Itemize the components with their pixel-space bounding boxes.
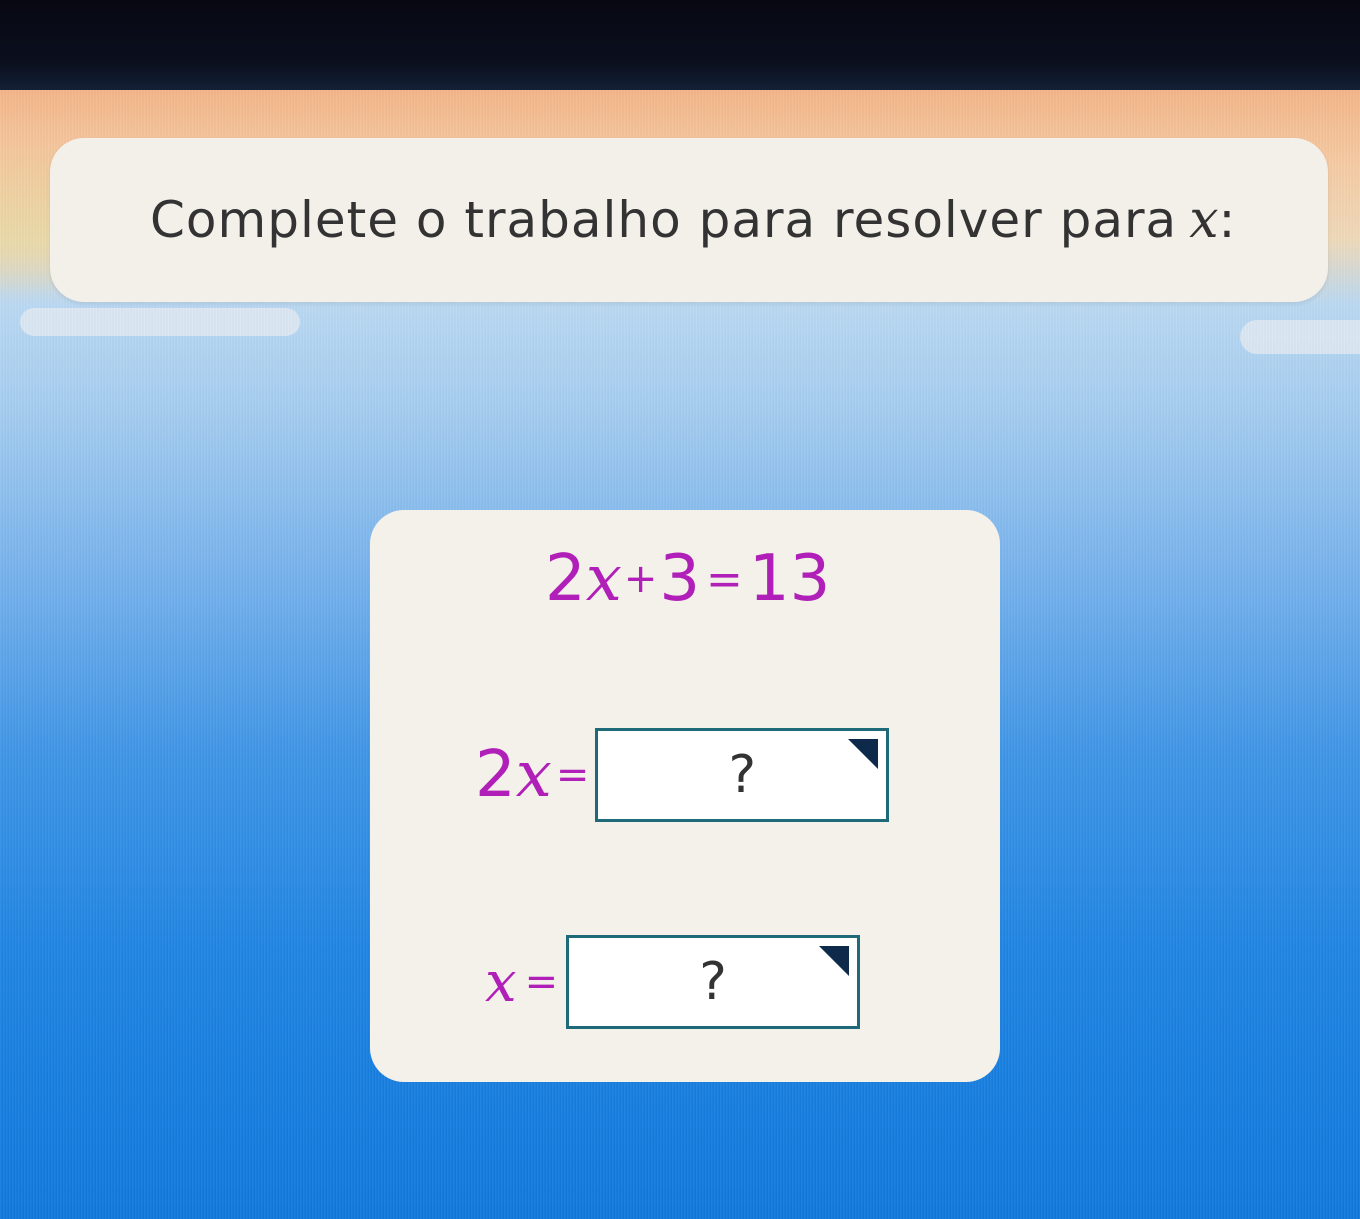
instruction-bar: Complete o trabalho para resolver para x… <box>50 138 1328 302</box>
step2-variable: x <box>485 949 517 1015</box>
step1-lhs: 2x <box>475 738 552 812</box>
cloud-right <box>1240 320 1360 354</box>
cloud-left <box>20 308 300 336</box>
equation-variable: x <box>585 542 622 616</box>
step2-answer-placeholder: ? <box>699 952 727 1012</box>
game-scene: Complete o trabalho para resolver para x… <box>0 90 1360 1219</box>
step2-equals: = <box>524 959 559 1005</box>
problem-card: 2 x + 3 = 13 2x = ? x = ? <box>370 510 1000 1082</box>
step1-answer-dropdown[interactable]: ? <box>595 728 890 822</box>
step1-coefficient: 2 <box>475 738 516 812</box>
step1-row: 2x = ? <box>475 725 890 825</box>
step1-variable: x <box>515 738 552 812</box>
equation-plus: + <box>623 556 658 602</box>
dropdown-triangle-icon <box>819 946 850 976</box>
equation-equals: = <box>706 553 743 605</box>
screen-bezel <box>0 0 1360 90</box>
dropdown-triangle-icon <box>848 739 879 769</box>
instruction-variable: x <box>1189 190 1219 250</box>
equation-rhs: 13 <box>748 542 831 616</box>
given-equation: 2 x + 3 = 13 <box>545 542 830 616</box>
instruction-colon: : <box>1218 191 1236 249</box>
equation-coefficient: 2 <box>545 542 586 616</box>
step2-row: x = ? <box>485 935 861 1029</box>
step1-answer-placeholder: ? <box>728 745 757 805</box>
instruction-text: Complete o trabalho para resolver para <box>150 191 1178 249</box>
equation-constant: 3 <box>659 542 701 616</box>
step1-equals: = <box>555 752 590 798</box>
step2-answer-dropdown[interactable]: ? <box>566 935 861 1029</box>
